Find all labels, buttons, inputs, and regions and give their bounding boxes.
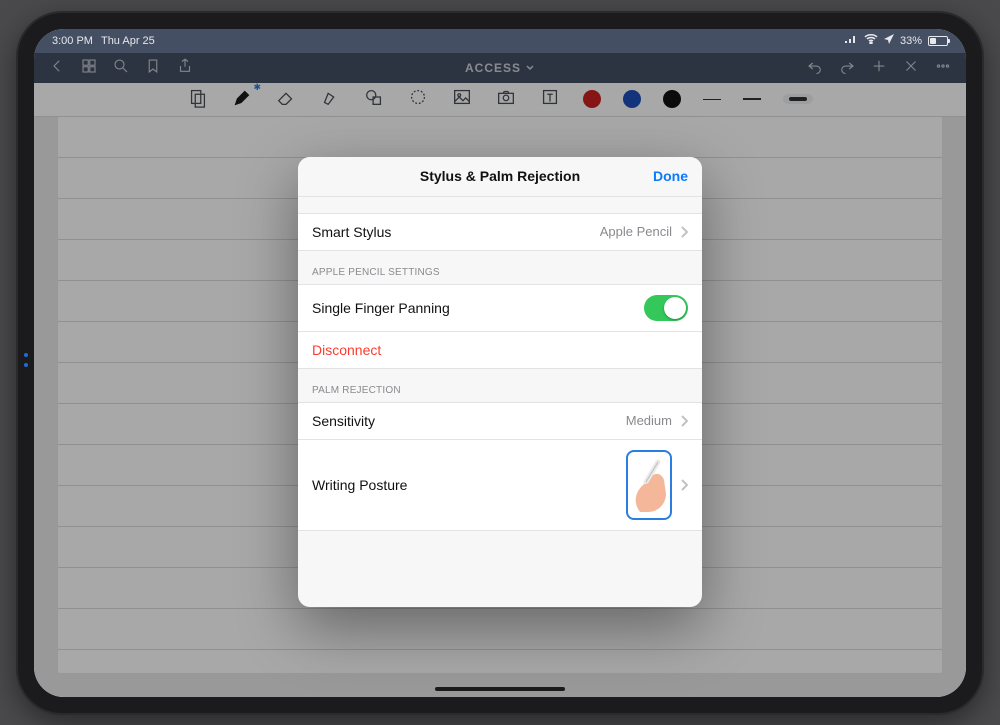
home-indicator[interactable] — [435, 687, 565, 691]
chevron-right-icon — [680, 226, 688, 238]
battery-icon — [928, 36, 948, 46]
sensitivity-row[interactable]: Sensitivity Medium — [298, 402, 702, 440]
smart-stylus-value: Apple Pencil — [600, 224, 672, 239]
single-finger-panning-toggle[interactable] — [644, 295, 688, 321]
signal-icon — [844, 34, 858, 47]
done-button[interactable]: Done — [653, 168, 688, 184]
writing-posture-row[interactable]: Writing Posture — [298, 440, 702, 531]
wifi-icon — [864, 34, 878, 47]
status-bar: 3:00 PM Thu Apr 25 33% — [34, 29, 966, 53]
stylus-settings-modal: Stylus & Palm Rejection Done Smart Stylu… — [298, 157, 702, 607]
modal-title: Stylus & Palm Rejection — [420, 168, 580, 184]
status-date: Thu Apr 25 — [101, 35, 155, 47]
section-pencil-header: APPLE PENCIL SETTINGS — [298, 251, 702, 284]
single-finger-panning-row: Single Finger Panning — [298, 284, 702, 332]
smart-stylus-row[interactable]: Smart Stylus Apple Pencil — [298, 213, 702, 251]
disconnect-row[interactable]: Disconnect — [298, 332, 702, 369]
status-time: 3:00 PM — [52, 35, 93, 47]
smart-stylus-label: Smart Stylus — [312, 224, 391, 240]
battery-pct: 33% — [900, 35, 922, 47]
disconnect-label: Disconnect — [312, 342, 381, 358]
chevron-right-icon — [680, 415, 688, 427]
chevron-right-icon — [680, 479, 688, 491]
sensitivity-label: Sensitivity — [312, 413, 375, 429]
single-finger-panning-label: Single Finger Panning — [312, 300, 450, 316]
section-palm-header: PALM REJECTION — [298, 369, 702, 402]
writing-posture-icon — [626, 450, 672, 520]
writing-posture-label: Writing Posture — [312, 477, 407, 493]
sensitivity-value: Medium — [626, 413, 672, 428]
location-icon — [884, 34, 894, 47]
